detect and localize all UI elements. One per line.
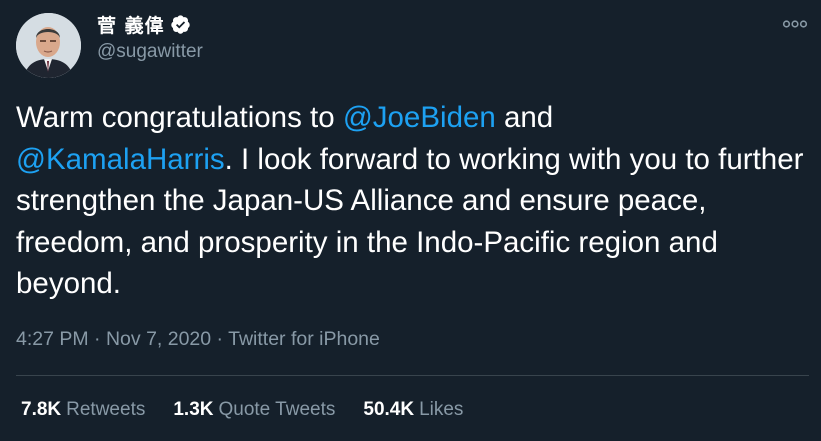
likes-label: Likes	[419, 399, 464, 420]
quote-tweets-count: 1.3K	[173, 399, 214, 420]
tweet-text-segment: Warm congratulations to	[16, 101, 343, 134]
likes-stat[interactable]: 50.4K Likes	[363, 399, 463, 421]
tweet-card: 菅 義偉 @sugawitter Warm congratulations to…	[0, 0, 821, 441]
retweets-label: Retweets	[66, 399, 146, 420]
author-name-row[interactable]: 菅 義偉	[97, 11, 191, 37]
quote-tweets-stat[interactable]: 1.3K Quote Tweets	[173, 399, 335, 421]
avatar-photo-icon	[16, 13, 81, 78]
avatar[interactable]	[16, 13, 81, 78]
retweets-count: 7.8K	[21, 399, 62, 420]
author-display-name[interactable]: 菅 義偉	[97, 11, 165, 38]
tweet-metadata: 4:27 PM · Nov 7, 2020 · Twitter for iPho…	[16, 328, 380, 351]
retweets-stat[interactable]: 7.8K Retweets	[21, 399, 145, 421]
divider	[16, 375, 809, 376]
more-options-icon[interactable]	[782, 16, 808, 32]
tweet-date[interactable]: Nov 7, 2020	[106, 328, 211, 350]
mention-link-joebiden[interactable]: @JoeBiden	[343, 101, 496, 134]
tweet-time[interactable]: 4:27 PM	[16, 328, 89, 350]
quote-tweets-label: Quote Tweets	[218, 399, 336, 420]
likes-count: 50.4K	[363, 399, 415, 420]
tweet-source[interactable]: Twitter for iPhone	[228, 328, 380, 350]
author-handle[interactable]: @sugawitter	[97, 41, 203, 63]
meta-separator: ·	[216, 328, 224, 350]
meta-separator: ·	[94, 328, 101, 350]
verified-badge-icon	[170, 14, 191, 35]
mention-link-kamalaharris[interactable]: @KamalaHarris	[16, 143, 225, 176]
tweet-text-segment: and	[495, 101, 554, 134]
tweet-stats: 7.8K Retweets 1.3K Quote Tweets 50.4K Likes	[21, 399, 491, 421]
tweet-text: Warm congratulations to @JoeBiden and @K…	[16, 97, 806, 305]
